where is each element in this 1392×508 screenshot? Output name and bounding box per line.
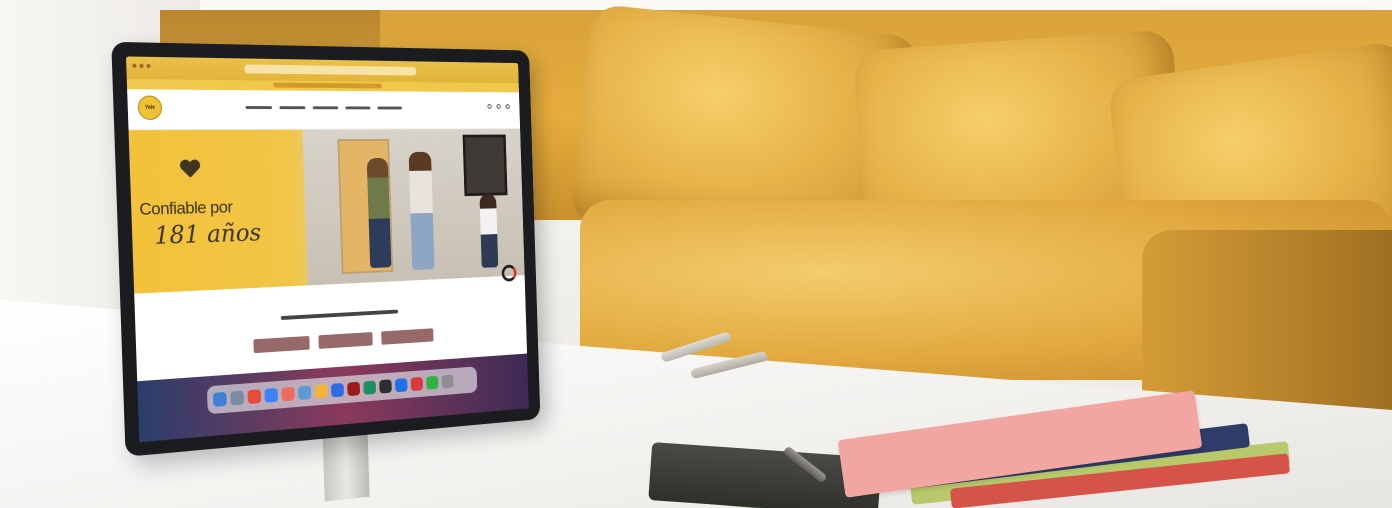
product-cards [253,328,434,354]
nav-item [345,106,371,110]
hero-family-photo [302,128,525,286]
person [408,151,435,271]
heart-icon [180,160,200,178]
finder-icon [212,391,227,407]
person [479,193,499,268]
search-icon [487,104,492,109]
cart-icon [505,104,510,109]
app-icon [363,380,377,395]
maximize-dot-icon [146,63,151,69]
product-card [318,332,373,349]
person [366,157,392,269]
site-header: Yale [127,89,521,131]
app-icon [298,385,312,401]
app-icon [347,381,361,397]
photo-scene: Yale Confiable por 181 años [0,0,1392,508]
promo-text [273,82,383,89]
wall-picture [462,134,508,197]
site-header-icons [487,104,510,109]
brand-badge-icon [501,264,517,282]
nav-item [377,106,402,110]
hero-subheadline: 181 años [153,218,262,250]
monitor-stand [322,429,370,502]
app-icon [330,382,345,398]
monitor-screen: Yale Confiable por 181 años [125,56,529,443]
section-caption [280,309,399,321]
paper-stack [830,390,1291,508]
brand-logo: Yale [137,95,163,120]
app-icon [394,378,408,393]
imac-monitor: Yale Confiable por 181 años [111,41,541,502]
app-icon [410,376,424,392]
app-icon [264,387,279,403]
nav-item [245,106,273,110]
logo-text: Yale [144,104,156,111]
window-controls [132,63,151,69]
app-icon [426,375,439,390]
address-bar [244,64,417,76]
nav-item [279,106,306,110]
nav-item [312,106,339,110]
site-nav [245,106,402,110]
app-icon [247,389,262,405]
hero-headline: Confiable por [139,197,233,219]
app-icon [314,384,328,399]
product-card [381,328,434,345]
hero-banner: Confiable por 181 años [128,128,525,294]
monitor-bezel: Yale Confiable por 181 años [111,41,541,457]
app-icon [379,379,392,394]
user-icon [496,104,501,109]
product-card [253,335,310,354]
trash-icon [441,374,454,389]
close-dot-icon [132,63,137,68]
app-icon [281,386,295,402]
app-icon [230,390,245,406]
minimize-dot-icon [139,63,144,68]
